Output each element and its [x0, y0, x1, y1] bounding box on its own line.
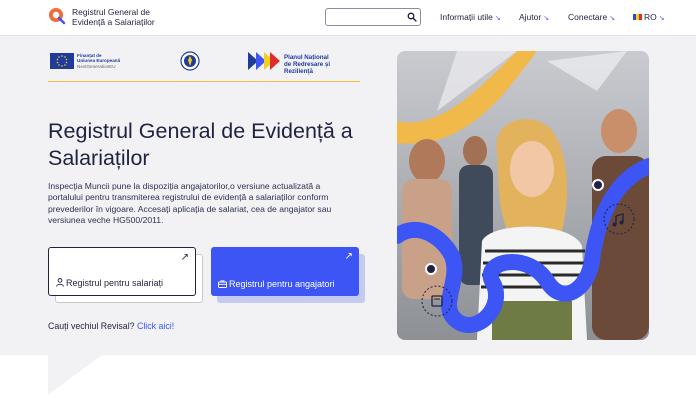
hero-photo: [397, 51, 649, 340]
nav-help-label: Ajutor: [519, 12, 542, 22]
pnrr-line2: de Redresare și Reziliență: [284, 61, 331, 75]
hero-section: Finanțat de Uniunea Europeană NextGenera…: [0, 36, 696, 355]
pnrr-logo-icon: [248, 52, 280, 70]
page-title: Registrul General de Evidență a Salariaț…: [48, 119, 353, 170]
nav-language-label: RO: [644, 12, 657, 22]
employer-registry-label: Registrul pentru angajatori: [218, 279, 335, 289]
nav-help[interactable]: Ajutor ↘: [519, 12, 549, 22]
hero-description: Inspecția Muncii pune la dispoziția anga…: [48, 181, 332, 226]
site-title-line1: Registrul General de: [72, 7, 150, 17]
decorative-notch: [48, 355, 102, 395]
employee-registry-button[interactable]: ↗ Registrul pentru salariați: [48, 247, 196, 296]
nav-login-label: Conectare: [568, 12, 608, 22]
eu-line3: NextGenerationEU: [77, 63, 116, 69]
pnrr-text: Planul Național de Redresare și Rezilien…: [284, 54, 360, 75]
old-revisal-prompt: Cauți vechiul Revisal? Click aici!: [48, 321, 174, 331]
search-input[interactable]: [326, 11, 404, 28]
eu-funding-text: Finanțat de Uniunea Europeană NextGenera…: [77, 53, 120, 69]
briefcase-icon: [218, 280, 227, 288]
chevron-down-icon: ↘: [494, 15, 501, 22]
nav-login[interactable]: Conectare ↘: [568, 12, 615, 22]
nav-language[interactable]: RO ↘: [633, 12, 665, 22]
employer-registry-button[interactable]: ↗ Registrul pentru angajatori: [211, 247, 359, 296]
chevron-down-icon: ↘: [543, 15, 550, 22]
revisal-prompt-text: Cauți vechiul Revisal?: [48, 321, 135, 331]
nav-useful-info-label: Informații utile: [440, 12, 493, 22]
top-navigation: Registrul General de Evidență a Salariaț…: [0, 0, 696, 36]
pnrr-line1: Planul Național: [284, 54, 329, 61]
romanian-government-emblem-icon: [180, 51, 200, 71]
site-title[interactable]: Registrul General de Evidență a Salariaț…: [72, 7, 155, 27]
arrow-up-right-icon: ↗: [344, 251, 353, 262]
site-title-line2: Evidență a Salariaților: [72, 17, 155, 27]
chevron-down-icon: ↘: [609, 15, 616, 22]
chevron-down-icon: ↘: [658, 15, 665, 22]
nav-useful-info[interactable]: Informații utile ↘: [440, 12, 501, 22]
employer-registry-text: Registrul pentru angajatori: [229, 279, 335, 289]
partner-logos: Finanțat de Uniunea Europeană NextGenera…: [48, 50, 360, 82]
search-box[interactable]: [325, 8, 421, 28]
site-logo-icon[interactable]: [48, 7, 66, 25]
employee-registry-label: Registrul pentru salariați: [56, 278, 163, 288]
revisal-link[interactable]: Click aici!: [137, 321, 174, 331]
arrow-up-right-icon: ↗: [180, 252, 189, 263]
eu-flag-icon: [50, 53, 74, 69]
search-icon[interactable]: [407, 12, 417, 22]
romania-flag-icon: [633, 14, 642, 20]
employee-registry-text: Registrul pentru salariați: [66, 278, 164, 288]
user-icon: [56, 278, 64, 287]
